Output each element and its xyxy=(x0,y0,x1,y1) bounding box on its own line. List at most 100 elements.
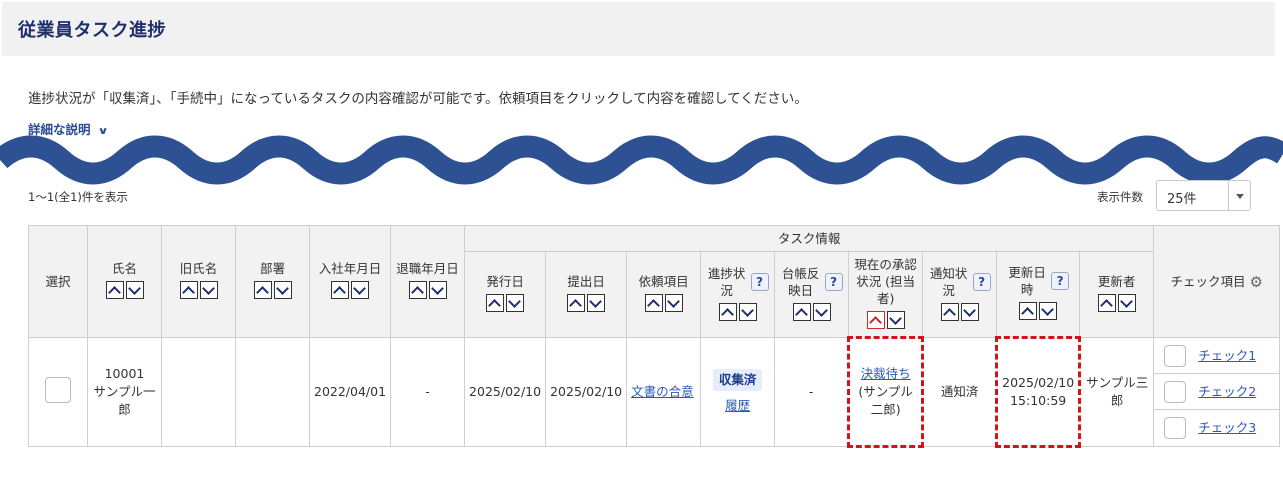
sort-controls xyxy=(866,310,905,329)
cell-updater: サンプル三郎 xyxy=(1079,337,1155,447)
check-item-list: チェック1 チェック2 チェック3 xyxy=(1154,338,1280,446)
sort-desc-button[interactable] xyxy=(125,281,144,299)
col-ledger-date: 台帳反映日? xyxy=(774,251,850,338)
approval-status-link[interactable]: 決裁待ち xyxy=(861,366,911,381)
sort-asc-button[interactable] xyxy=(940,302,959,321)
col-leave-date: 退職年月日 xyxy=(390,225,466,338)
col-submit-date-label: 提出日 xyxy=(567,274,605,289)
sort-asc-button[interactable] xyxy=(408,281,427,299)
wave-divider xyxy=(0,135,1283,185)
approver-name: (サンプル 二郎) xyxy=(858,384,926,417)
cell-select xyxy=(28,337,88,447)
sort-desc-button[interactable] xyxy=(960,302,979,321)
sort-desc-button[interactable] xyxy=(199,281,218,299)
sort-asc-button[interactable] xyxy=(866,310,885,329)
cell-dept xyxy=(235,337,310,447)
table-row: 10001 サンプル一郎 2022/04/01 - 2025/02/10 202… xyxy=(28,336,1281,448)
sort-asc-button[interactable] xyxy=(567,294,586,312)
sort-controls xyxy=(644,294,683,312)
dropdown-arrow-icon[interactable] xyxy=(1228,181,1250,210)
row-select-checkbox[interactable] xyxy=(45,376,71,403)
sort-desc-button[interactable] xyxy=(506,294,525,312)
check-item-link[interactable]: チェック3 xyxy=(1198,419,1256,437)
col-notify-label: 通知状況 xyxy=(929,265,968,298)
gear-icon[interactable]: ⚙ xyxy=(1249,273,1262,291)
col-old-name-label: 旧氏名 xyxy=(179,261,218,276)
sort-asc-button[interactable] xyxy=(486,294,505,312)
check-item-checkbox[interactable] xyxy=(1164,380,1187,403)
sort-desc-button[interactable] xyxy=(587,294,606,312)
sort-asc-button[interactable] xyxy=(253,281,272,299)
help-icon[interactable]: ? xyxy=(750,272,769,291)
col-dept: 部署 xyxy=(235,225,310,338)
col-dept-label: 部署 xyxy=(259,261,285,276)
col-ledger-date-label: 台帳反映日 xyxy=(781,265,820,298)
cell-progress: 収集済 履歴 xyxy=(700,337,776,447)
sort-desc-button[interactable] xyxy=(351,281,370,299)
sort-asc-button[interactable] xyxy=(1019,302,1038,320)
employee-name: サンプル一郎 xyxy=(93,384,156,417)
per-page-label: 表示件数 xyxy=(1097,190,1143,204)
sort-asc-button[interactable] xyxy=(331,281,350,299)
check-item-link[interactable]: チェック1 xyxy=(1198,347,1256,365)
col-name-label: 氏名 xyxy=(111,261,137,276)
result-count: 1〜1(全1)件を表示 xyxy=(28,190,128,204)
page-title: 従業員タスク進捗 xyxy=(18,20,166,41)
check-item-checkbox[interactable] xyxy=(1164,344,1187,367)
header-band xyxy=(2,2,1275,56)
cell-updated-at: 2025/02/10 15:10:59 xyxy=(995,336,1082,448)
history-link[interactable]: 履歴 xyxy=(725,398,750,413)
col-request-item: 依頼項目 xyxy=(626,251,702,338)
per-page-value: 25件 xyxy=(1167,192,1197,207)
col-updater: 更新者 xyxy=(1079,251,1155,338)
help-icon[interactable]: ? xyxy=(824,272,843,291)
employee-number: 10001 xyxy=(104,366,145,381)
cell-ledger-date: - xyxy=(774,337,850,447)
sort-desc-button[interactable] xyxy=(738,302,757,321)
sort-asc-button[interactable] xyxy=(105,281,124,299)
sort-asc-button[interactable] xyxy=(792,302,811,321)
check-item: チェック2 xyxy=(1154,374,1280,410)
cell-request-item: 文書の合意 xyxy=(626,337,702,447)
help-icon[interactable]: ? xyxy=(1051,272,1070,290)
sort-controls xyxy=(792,302,831,321)
cell-name: 10001 サンプル一郎 xyxy=(87,337,162,447)
check-item-checkbox[interactable] xyxy=(1164,417,1187,439)
sort-asc-button[interactable] xyxy=(718,302,737,321)
col-submit-date: 提出日 xyxy=(545,251,628,338)
sort-controls xyxy=(567,294,606,312)
sort-asc-button[interactable] xyxy=(179,281,198,299)
col-issue-date-label: 発行日 xyxy=(486,274,524,289)
col-notify: 通知状況? xyxy=(922,251,998,338)
sort-desc-button[interactable] xyxy=(1039,302,1058,320)
sort-asc-button[interactable] xyxy=(644,294,663,312)
cell-old-name xyxy=(161,337,236,447)
sort-controls xyxy=(1097,294,1136,312)
sort-asc-button[interactable] xyxy=(1097,294,1116,312)
help-icon[interactable]: ? xyxy=(972,272,991,291)
col-updater-label: 更新者 xyxy=(1097,274,1136,289)
sort-desc-button[interactable] xyxy=(273,281,292,299)
sort-controls xyxy=(486,294,525,312)
cell-leave-date: - xyxy=(390,337,466,447)
per-page-select[interactable]: 25件 xyxy=(1156,180,1251,211)
request-item-link[interactable]: 文書の合意 xyxy=(631,384,694,399)
sort-desc-button[interactable] xyxy=(1117,294,1136,312)
sort-desc-button[interactable] xyxy=(664,294,683,312)
sort-controls xyxy=(940,302,979,321)
sort-desc-button[interactable] xyxy=(428,281,447,299)
sort-controls xyxy=(1019,302,1058,320)
col-approval-label: 現在の承認状況 (担当者) xyxy=(854,256,917,306)
col-leave-date-label: 退職年月日 xyxy=(396,261,459,276)
sort-desc-button[interactable] xyxy=(812,302,831,321)
sort-desc-button[interactable] xyxy=(886,310,905,329)
sort-controls xyxy=(718,302,757,321)
col-progress: 進捗状況? xyxy=(700,251,776,338)
sort-controls xyxy=(253,281,292,299)
cell-join-date: 2022/04/01 xyxy=(308,337,392,447)
cell-issue-date: 2025/02/10 xyxy=(464,337,547,447)
page-description: 進捗状況が「収集済」、「手続中」になっているタスクの内容確認が可能です。依頼項目… xyxy=(28,91,808,107)
col-request-item-label: 依頼項目 xyxy=(638,274,689,289)
col-select: 選択 xyxy=(28,225,88,338)
check-item-link[interactable]: チェック2 xyxy=(1198,383,1256,401)
